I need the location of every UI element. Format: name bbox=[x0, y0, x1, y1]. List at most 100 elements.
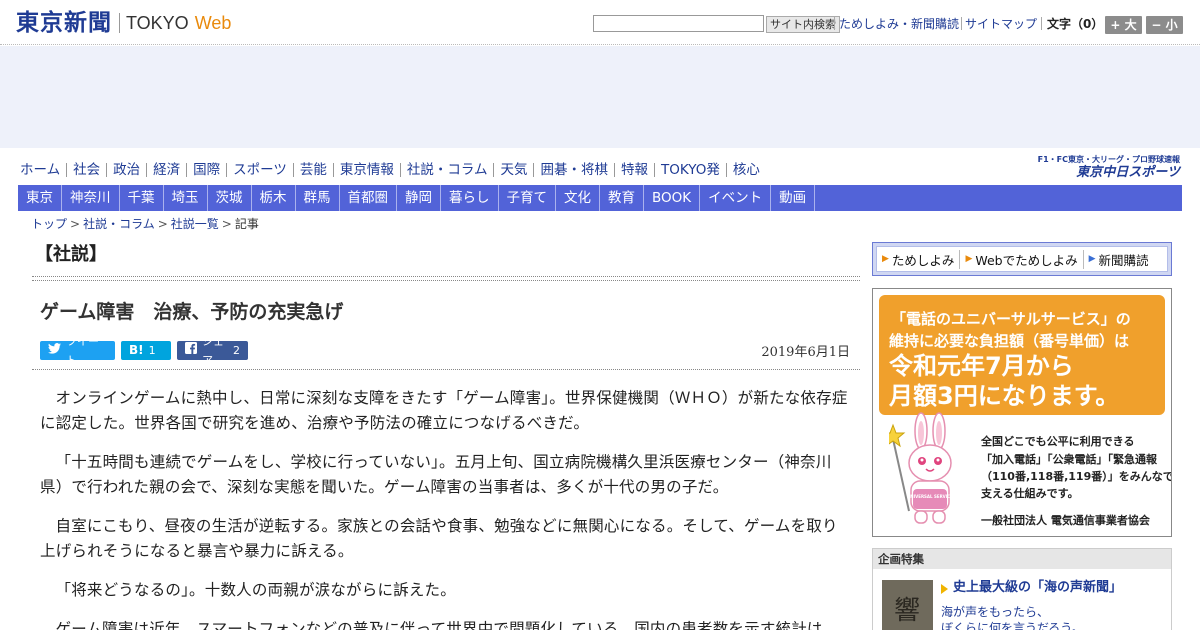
font-smaller-button[interactable]: − 小 bbox=[1146, 16, 1183, 34]
search-input[interactable] bbox=[593, 15, 764, 32]
arrow-right-icon: ▶ bbox=[965, 254, 973, 264]
ad-headline-3: 令和元年7月から bbox=[889, 352, 1074, 380]
nav-divider bbox=[653, 163, 655, 177]
region-nav-item[interactable]: 埼玉 bbox=[164, 185, 208, 211]
trial-subscribe-link[interactable]: ためしよみ・新聞購読 bbox=[839, 16, 959, 32]
region-nav-item[interactable]: 暮らし bbox=[441, 185, 499, 211]
arrow-right-icon: ▶ bbox=[1088, 254, 1096, 264]
article-paragraph: 「将来どうなるの」。十数人の両親が涙ながらに訴えた。 bbox=[55, 581, 456, 599]
region-nav-item[interactable]: 千葉 bbox=[120, 185, 164, 211]
logo-tokyo: TOKYO bbox=[126, 13, 189, 33]
site-logo[interactable]: 東京新聞 TOKYO Web bbox=[16, 10, 231, 36]
nav-item[interactable]: 社会 bbox=[60, 161, 100, 179]
date-divider bbox=[32, 369, 860, 370]
region-nav-item[interactable]: 教育 bbox=[600, 185, 644, 211]
nav-divider bbox=[533, 163, 535, 177]
region-nav-item[interactable]: イベント bbox=[700, 185, 772, 211]
header-divider bbox=[834, 17, 835, 30]
nav-divider bbox=[292, 163, 294, 177]
universal-service-ad[interactable]: 「電話のユニバーサルサービス」の 維持に必要な負担額（番号単価）は 令和元年7月… bbox=[872, 288, 1172, 537]
nav-item[interactable]: 天気 bbox=[487, 161, 527, 179]
ad-headline-1: 「電話のユニバーサルサービス」の bbox=[891, 310, 1131, 328]
nav-item[interactable]: ホーム bbox=[20, 161, 60, 179]
tweet-button[interactable]: ツイート bbox=[40, 335, 115, 367]
nav-item-label: 国際 bbox=[193, 162, 221, 178]
site-header: 東京新聞 TOKYO Web サイト内検索 ためしよみ・新聞購読 サイトマップ … bbox=[0, 0, 1200, 45]
web-trial-link[interactable]: ▶ Webでためしよみ bbox=[960, 249, 1084, 269]
breadcrumb-column[interactable]: 社説・コラム bbox=[83, 216, 155, 232]
subscribe-link[interactable]: ▶ 新聞購読 bbox=[1084, 250, 1154, 269]
nav-item-label: 核心 bbox=[732, 162, 760, 178]
breadcrumb-top[interactable]: トップ bbox=[31, 216, 67, 232]
nav-item-label: 囲碁・将棋 bbox=[540, 162, 608, 178]
font-larger-button[interactable]: + 大 bbox=[1105, 16, 1142, 34]
region-nav-item[interactable]: 動画 bbox=[771, 185, 816, 211]
nav-item-label: 芸能 bbox=[299, 162, 327, 178]
article-headline: ゲーム障害 治療、予防の充実急げ bbox=[40, 301, 344, 323]
facebook-share-count: 2 bbox=[233, 344, 240, 357]
subscription-links: ▶ ためしよみ ▶ Webでためしよみ ▶ 新聞購読 bbox=[876, 246, 1168, 272]
article-paragraph: オンラインゲームに熱中し、日常に深刻な支障をきたす「ゲーム障害」。世界保健機関（… bbox=[40, 389, 848, 432]
hatena-bookmark-button[interactable]: B! 1 bbox=[121, 341, 171, 360]
chunichi-sports-link[interactable]: F1・FC東京・大リーグ・プロ野球速報 東京中日スポーツ bbox=[1025, 154, 1180, 181]
header-divider bbox=[961, 17, 962, 30]
ad-headline-4: 月額3円になります。 bbox=[889, 382, 1120, 410]
logo-divider bbox=[119, 13, 120, 33]
nav-item-label: 政治 bbox=[113, 162, 141, 178]
search-button[interactable]: サイト内検索 bbox=[766, 16, 840, 33]
nav-item[interactable]: 特報 bbox=[608, 161, 648, 179]
nav-item-label: 天気 bbox=[500, 162, 528, 178]
breadcrumb-editorial-list[interactable]: 社説一覧 bbox=[171, 216, 219, 232]
breadcrumb-separator: > bbox=[221, 217, 232, 231]
chunichi-logo: 東京中日スポーツ bbox=[1076, 165, 1180, 180]
facebook-share-button[interactable]: シェア 2 bbox=[177, 335, 248, 367]
font-size-label: 文字（0） bbox=[1047, 17, 1104, 31]
feature-title-link[interactable]: 史上最大級の「海の声新聞」 bbox=[941, 579, 1122, 597]
region-nav-item[interactable]: 神奈川 bbox=[62, 185, 120, 211]
nav-item[interactable]: 囲碁・将棋 bbox=[527, 161, 608, 179]
arrow-right-icon: ▶ bbox=[882, 254, 889, 264]
nav-item[interactable]: 社説・コラム bbox=[394, 161, 487, 179]
facebook-icon bbox=[185, 341, 197, 360]
nav-divider bbox=[186, 163, 188, 177]
subscription-box: ▶ ためしよみ ▶ Webでためしよみ ▶ 新聞購読 bbox=[872, 242, 1172, 276]
nav-item[interactable]: スポーツ bbox=[220, 161, 287, 179]
feature-description-1: 海が声をもったら、 bbox=[941, 605, 1050, 619]
nav-item[interactable]: TOKYO発 bbox=[648, 161, 720, 179]
facebook-share-label: シェア bbox=[202, 334, 224, 367]
nav-item-label: スポーツ bbox=[233, 162, 287, 178]
ad-body-4: 支える仕組みです。 bbox=[981, 487, 1079, 500]
nav-item[interactable]: 核心 bbox=[720, 161, 760, 179]
article-paragraph: ゲーム障害は近年、スマートフォンなどの普及に伴って世界中で問題化している。国内の… bbox=[55, 620, 823, 630]
ad-body-1: 全国どこでも公平に利用できる bbox=[981, 435, 1135, 448]
region-nav-item[interactable]: 群馬 bbox=[296, 185, 340, 211]
region-nav-item[interactable]: 首都圏 bbox=[340, 185, 397, 211]
nav-divider bbox=[226, 163, 228, 177]
trial-link[interactable]: ▶ ためしよみ bbox=[877, 249, 961, 269]
hatena-icon: B! bbox=[129, 343, 144, 357]
region-nav-item[interactable]: 文化 bbox=[556, 185, 600, 211]
sitemap-link[interactable]: サイトマップ bbox=[965, 16, 1037, 32]
feature-box: 企画特集 響 史上最大級の「海の声新聞」 海が声をもったら、 ぼくらに何を言うだ… bbox=[872, 548, 1172, 630]
ad-organization: 一般社団法人 電気通信事業者協会 bbox=[981, 514, 1150, 527]
region-nav-item[interactable]: 東京 bbox=[18, 185, 62, 211]
ad-headline-2: 維持に必要な負担額（番号単価）は bbox=[889, 332, 1130, 350]
region-nav-item[interactable]: 子育て bbox=[499, 185, 556, 211]
nav-item[interactable]: 経済 bbox=[140, 161, 180, 179]
nav-divider bbox=[332, 163, 334, 177]
feature-thumbnail[interactable]: 響 bbox=[882, 580, 933, 630]
breadcrumb-separator: > bbox=[70, 217, 81, 231]
nav-item[interactable]: 芸能 bbox=[287, 161, 327, 179]
web-trial-link-label: Webでためしよみ bbox=[975, 252, 1078, 268]
nav-item[interactable]: 東京情報 bbox=[327, 161, 394, 179]
mascot-badge: UNIVERSAL SERVICE bbox=[907, 494, 953, 499]
region-nav-item[interactable]: 栃木 bbox=[252, 185, 296, 211]
region-nav-item[interactable]: BOOK bbox=[644, 185, 701, 211]
nav-item[interactable]: 国際 bbox=[180, 161, 220, 179]
subscribe-link-label: 新聞購読 bbox=[1098, 252, 1149, 268]
nav-item[interactable]: 政治 bbox=[100, 161, 140, 179]
nav-divider bbox=[106, 163, 108, 177]
region-nav-item[interactable]: 静岡 bbox=[397, 185, 441, 211]
region-nav-item[interactable]: 茨城 bbox=[208, 185, 252, 211]
logo-japanese: 東京新聞 bbox=[16, 9, 112, 36]
